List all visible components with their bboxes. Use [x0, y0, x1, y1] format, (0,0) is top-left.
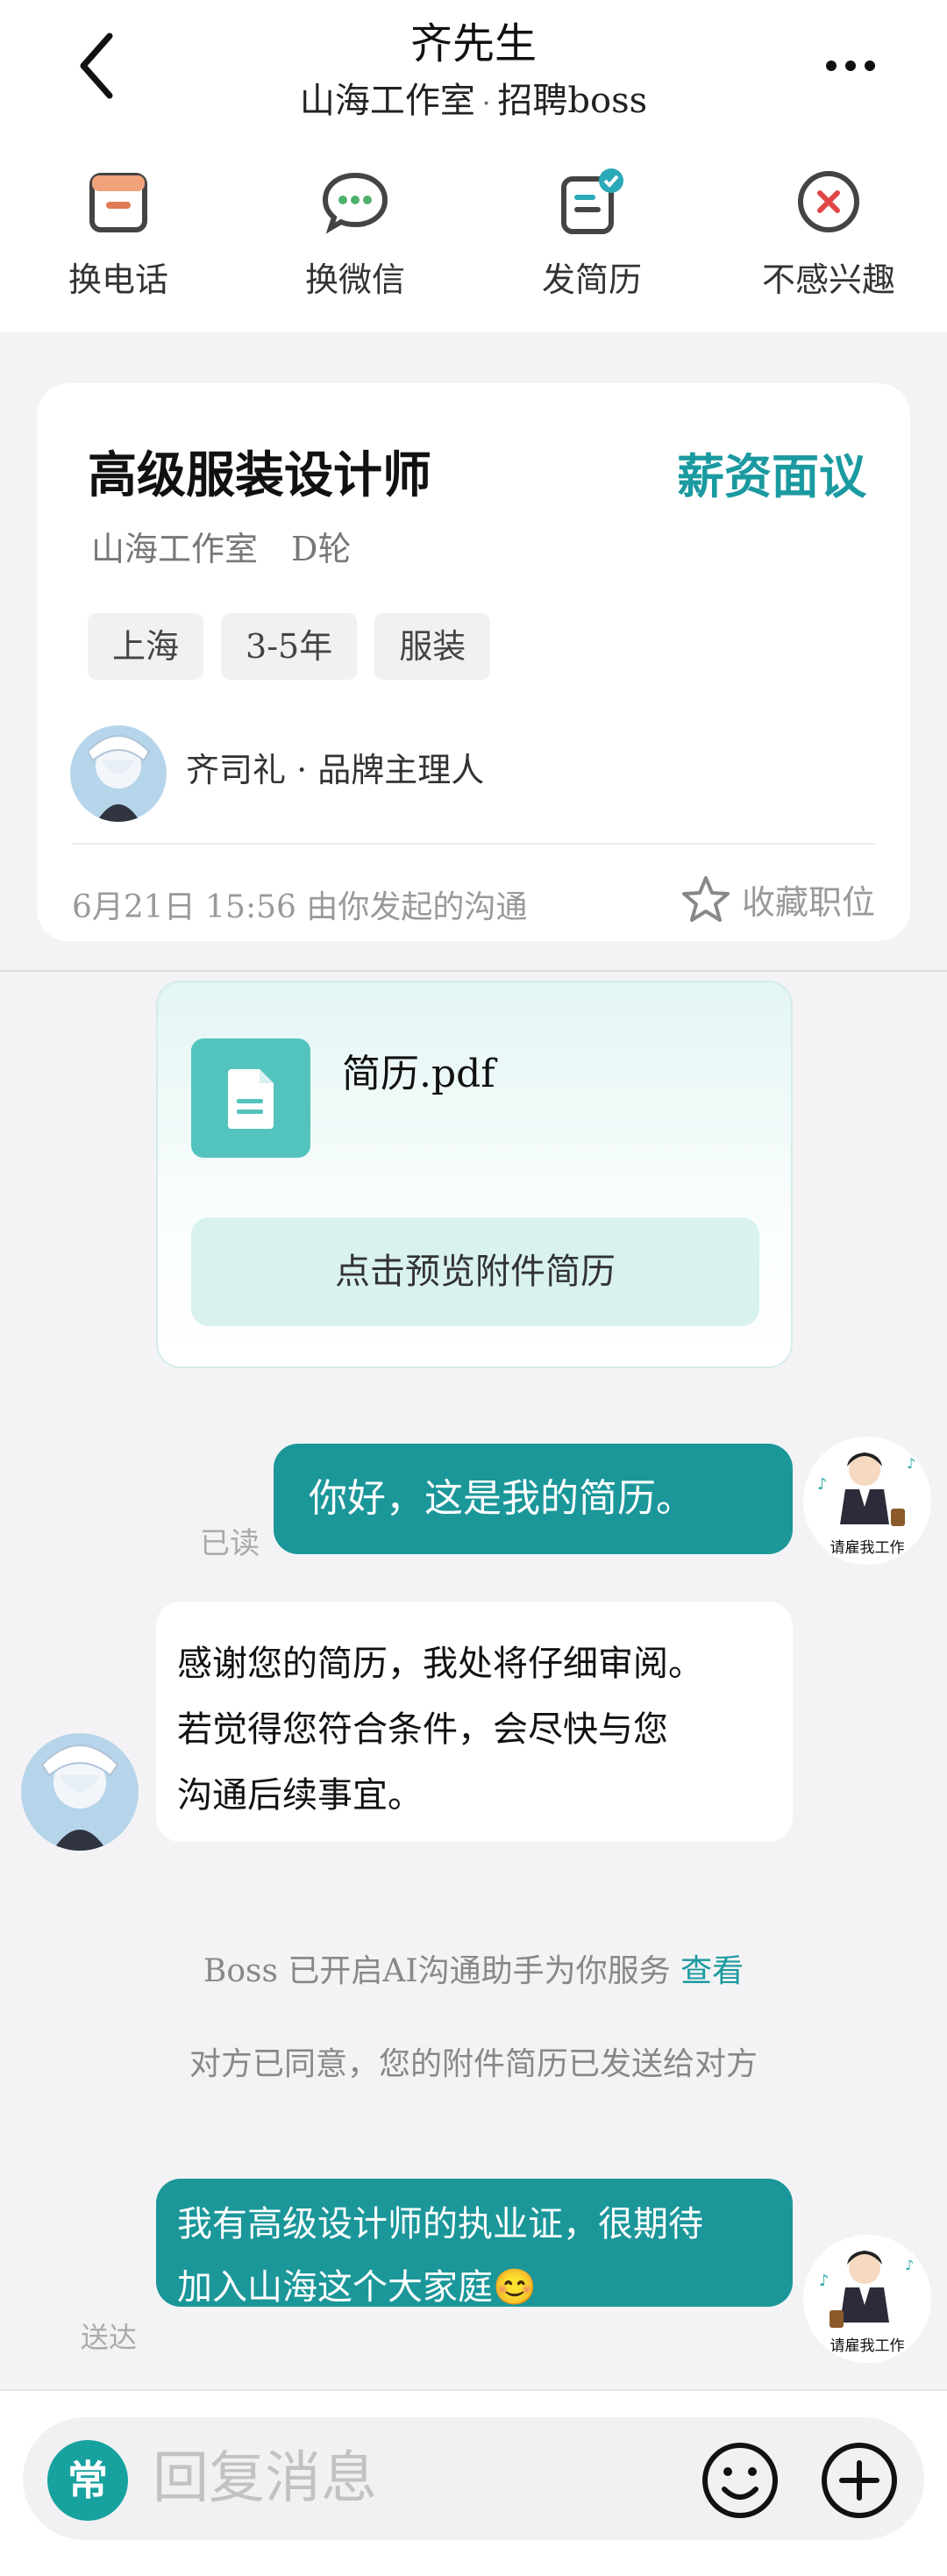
more-dots-icon [826, 61, 875, 71]
pdf-file-icon [191, 1038, 310, 1158]
message-outgoing[interactable]: 你好，这是我的简历。 [274, 1444, 793, 1554]
common-phrases-button[interactable]: 常 [47, 2440, 128, 2521]
swap-phone-label: 换电话 [68, 260, 168, 299]
system-notice-ai-assistant: Boss 已开启AI沟通助手为你服务 查看 [0, 1945, 947, 1991]
svg-text:♪: ♪ [817, 1475, 828, 1494]
system-notice-text: Boss 已开启AI沟通助手为你服务 [203, 1953, 671, 1989]
swap-wechat-label: 换微信 [304, 260, 405, 299]
send-resume-button[interactable]: 发简历 [474, 158, 710, 316]
user-avatar-image: ♪ ♪ 请雇我工作 [803, 2235, 931, 2363]
job-card[interactable]: 高级服装设计师 薪资面议 山海工作室 D轮 上海 3-5年 服装 齐司礼 · 品… [37, 383, 910, 941]
svg-text:♪: ♪ [907, 1455, 915, 1472]
plus-icon [822, 2443, 897, 2518]
anime-avatar-image [21, 1733, 139, 1851]
resume-send-icon [561, 168, 623, 234]
job-tags: 上海 3-5年 服装 [88, 613, 491, 680]
page-subtitle: 山海工作室 · 招聘boss [0, 72, 947, 123]
tag-experience: 3-5年 [221, 613, 358, 680]
message-outgoing[interactable]: 我有高级设计师的执业证，很期待 加入山海这个大家庭😊 [156, 2179, 793, 2308]
company-info: 山海工作室 D轮 [91, 530, 352, 568]
resume-file-name: 简历.pdf [342, 1052, 495, 1096]
page-title: 齐先生 [409, 19, 537, 68]
back-button[interactable] [61, 26, 132, 105]
chat-start-meta: 6月21日 15:56 由你发起的沟通 [72, 889, 528, 925]
avatar-caption: 请雇我工作 [830, 1539, 905, 1557]
preview-resume-button[interactable]: 点击预览附件简历 [191, 1217, 759, 1326]
resume-attachment-card[interactable]: 简历.pdf 点击预览附件简历 [156, 981, 793, 1368]
my-avatar[interactable]: ♪ ♪ 请雇我工作 [803, 2235, 931, 2363]
quick-actions: 换电话 换微信 发简历 不感兴趣 [0, 158, 947, 316]
send-resume-label: 发简历 [541, 260, 642, 299]
not-interested-icon [798, 171, 859, 232]
favorite-button[interactable]: 收藏职位 [680, 874, 875, 924]
view-link[interactable]: 查看 [680, 1953, 744, 1989]
job-title: 高级服装设计师 [88, 446, 431, 504]
swap-wechat-button[interactable]: 换微信 [237, 158, 474, 316]
document-icon [228, 1069, 274, 1129]
input-bar: 常 [0, 2389, 947, 2576]
anime-avatar-image [70, 725, 167, 822]
emoji-button[interactable] [698, 2438, 782, 2522]
system-notice-resume-sent: 对方已同意，您的附件简历已发送给对方 [189, 2046, 758, 2082]
smiley-icon [702, 2443, 778, 2518]
message-line: 感谢您的简历，我处将仔细审阅。 [177, 1644, 703, 1684]
chevron-left-icon [80, 32, 113, 99]
subtitle-company: 山海工作室 [299, 81, 475, 121]
reply-input[interactable] [153, 2442, 679, 2515]
svg-text:♪: ♪ [819, 2272, 830, 2290]
user-avatar-image: ♪ ♪ 请雇我工作 [803, 1437, 931, 1565]
divider [72, 843, 875, 845]
more-button[interactable] [815, 35, 886, 96]
wechat-icon [322, 172, 388, 234]
boss-avatar[interactable] [21, 1733, 139, 1851]
input-container: 常 [23, 2417, 924, 2540]
phone-swap-icon [89, 173, 147, 232]
swap-phone-button[interactable]: 换电话 [0, 158, 237, 316]
subtitle-role: 招聘boss [497, 81, 648, 121]
my-avatar[interactable]: ♪ ♪ 请雇我工作 [803, 1437, 931, 1565]
star-icon [681, 876, 730, 922]
not-interested-label: 不感兴趣 [761, 260, 895, 299]
message-incoming[interactable]: 感谢您的简历，我处将仔细审阅。 若觉得您符合条件，会尽快与您 沟通后续事宜。 [156, 1602, 793, 1842]
message-line: 我有高级设计师的执业证，很期待 [177, 2204, 703, 2244]
section-divider [0, 970, 947, 972]
more-options-button[interactable] [817, 2438, 901, 2522]
favorite-label: 收藏职位 [741, 882, 875, 922]
svg-text:♪: ♪ [905, 2257, 914, 2273]
message-status-read: 已读 [200, 1526, 260, 1561]
message-line: 沟通后续事宜。 [177, 1775, 423, 1816]
salary: 薪资面议 [677, 448, 866, 504]
message-status-delivered: 送达 [81, 2321, 138, 2354]
tag-industry: 服装 [374, 613, 491, 680]
message-line: 加入山海这个大家庭😊 [177, 2267, 537, 2308]
header: 齐先生 山海工作室 · 招聘boss 换电话 换微信 发简历 不感兴趣 [0, 0, 947, 332]
recruiter-avatar[interactable] [70, 725, 167, 822]
avatar-caption: 请雇我工作 [830, 2337, 905, 2355]
tag-city: 上海 [88, 613, 204, 680]
subtitle-separator: · [481, 89, 491, 119]
not-interested-button[interactable]: 不感兴趣 [710, 158, 947, 316]
message-line: 若觉得您符合条件，会尽快与您 [177, 1709, 668, 1750]
recruiter-name: 齐司礼 · 品牌主理人 [186, 751, 485, 789]
